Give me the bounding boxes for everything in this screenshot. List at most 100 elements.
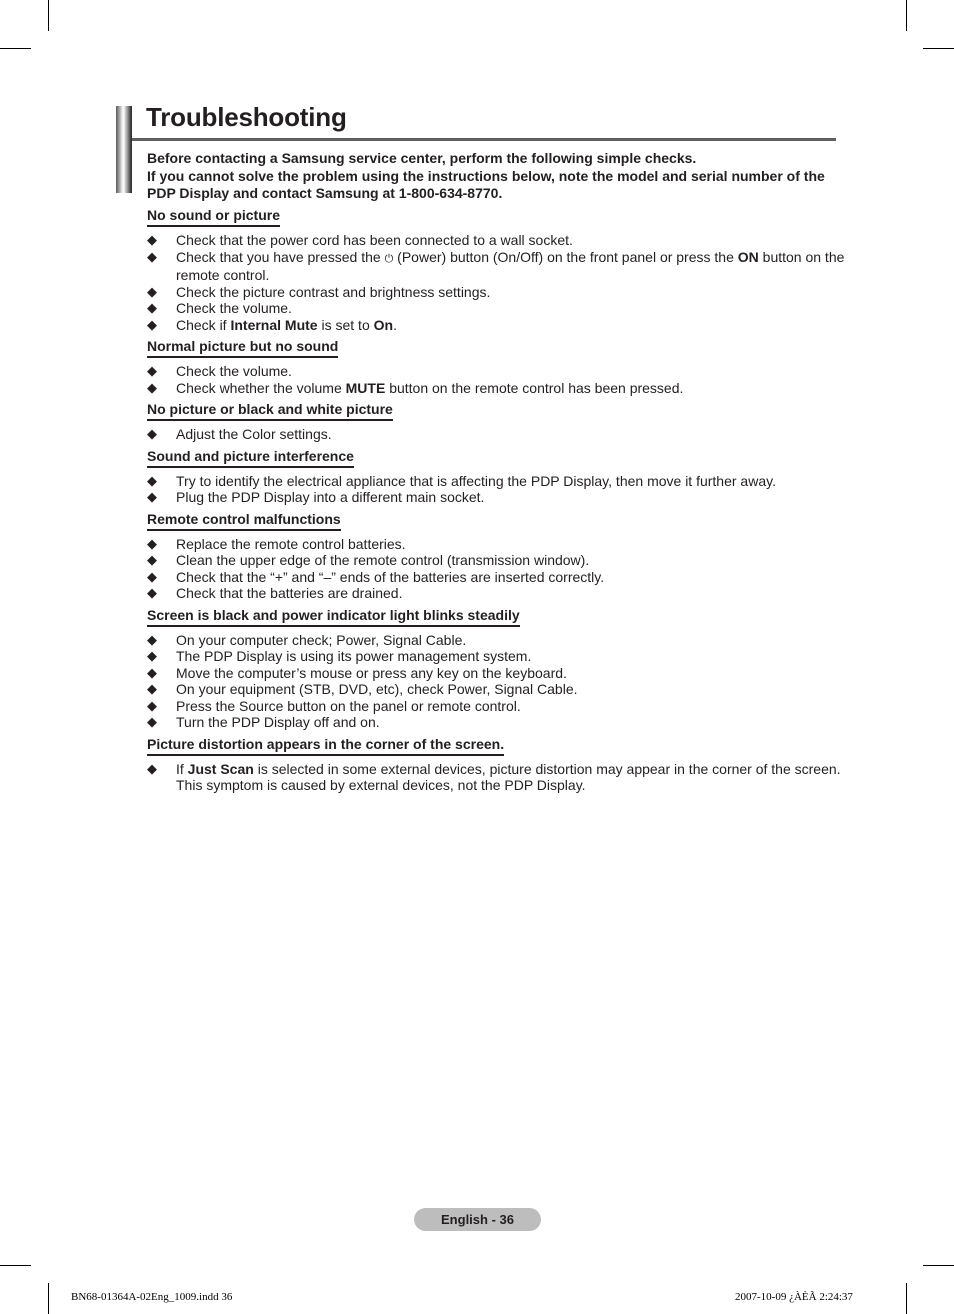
section: Sound and picture interference ◆ Try to id…: [147, 448, 847, 506]
item-text: Clean the upper edge of the remote contr…: [176, 552, 590, 568]
emphasis-text: Internal Mute: [230, 316, 318, 333]
diamond-bullet-icon: ◆: [147, 585, 157, 600]
list-item: ◆ Check if Internal Mute is set to On.: [147, 317, 847, 334]
footer-timestamp: 2007-10-09 ¿ÀÈÃ 2:24:37: [735, 1291, 853, 1303]
item-text: Check the volume.: [176, 363, 292, 379]
diamond-bullet-icon: ◆: [147, 379, 157, 395]
list-item: ◆ Clean the upper edge of the remote cont…: [147, 552, 847, 569]
diamond-bullet-icon: ◆: [147, 232, 157, 247]
list-item: ◆ Adjust the Color settings.: [147, 426, 847, 443]
item-text: Check the picture contrast and brightnes…: [176, 283, 491, 300]
section: No picture or black and white picture ◆ Ad…: [147, 401, 847, 443]
item-text: Check that the batteries are drained.: [176, 585, 403, 601]
diamond-bullet-icon: ◆: [147, 714, 157, 729]
crop-mark: [906, 0, 907, 31]
diamond-bullet-icon: ◆: [147, 316, 157, 332]
item-text: Check whether the volume: [176, 379, 346, 396]
item-text: On your computer check; Power, Signal Ca…: [176, 631, 467, 648]
list-item: ◆ The PDP Display is using its power mana…: [147, 648, 847, 665]
item-text: Press the Source button on the panel or …: [176, 697, 521, 714]
item-text: On your equipment (STB, DVD, etc), check…: [176, 681, 578, 697]
diamond-bullet-icon: ◆: [147, 248, 157, 264]
diamond-bullet-icon: ◆: [147, 648, 157, 663]
crop-mark: [0, 1265, 31, 1266]
intro-text: Before contacting a Samsung service cent…: [147, 150, 847, 203]
section: Picture distortion appears in the corner…: [147, 736, 847, 794]
footer-file-info: BN68-01364A-02Eng_1009.indd 36: [71, 1291, 233, 1303]
diamond-bullet-icon: ◆: [147, 664, 157, 680]
emphasis-text: ON: [737, 248, 759, 265]
item-text: Check the volume.: [176, 300, 292, 316]
item-text: Check if: [176, 316, 231, 333]
diamond-bullet-icon: ◆: [147, 489, 157, 504]
diamond-bullet-icon: ◆: [147, 760, 157, 776]
list-item: ◆ Check whether the volume MUTE button on…: [147, 380, 847, 397]
list-item: ◆ Check that the “+” and “–” ends of the …: [147, 569, 847, 586]
title-divider: [132, 138, 836, 141]
section: Normal picture but no sound ◆ Check the vo…: [147, 338, 847, 396]
diamond-bullet-icon: ◆: [147, 681, 157, 696]
list-item: ◆ Check that you have pressed the ⏻ (Powe…: [147, 249, 847, 284]
item-text: is selected in some external devices, pi…: [176, 760, 841, 794]
item-text: Check that the “+” and “–” ends of the b…: [176, 568, 605, 585]
list-item: ◆ On your equipment (STB, DVD, etc), chec…: [147, 681, 847, 698]
list-item: ◆ If Just Scan is selected in some extern…: [147, 761, 847, 794]
item-text: Adjust the Color settings.: [176, 426, 332, 442]
list-item: ◆ Replace the remote control batteries.: [147, 536, 847, 553]
list-item: ◆ Press the Source button on the panel or…: [147, 698, 847, 715]
section-heading: No sound or picture: [147, 207, 280, 227]
intro-line: Before contacting a Samsung service cent…: [147, 150, 697, 166]
item-text: Replace the remote control batteries.: [176, 535, 406, 552]
list-item: ◆ Try to identify the electrical applianc…: [147, 473, 847, 490]
item-text: (Power) button (On/Off) on the front pan…: [393, 248, 738, 265]
check-list: ◆ If Just Scan is selected in some extern…: [147, 761, 847, 794]
emphasis-text: MUTE: [345, 379, 386, 396]
check-list: ◆ Replace the remote control batteries. ◆ C…: [147, 536, 847, 602]
diamond-bullet-icon: ◆: [147, 472, 157, 488]
item-text: .: [393, 316, 397, 333]
list-item: ◆ Check that the batteries are drained.: [147, 585, 847, 602]
decorative-side-bar: [116, 106, 132, 193]
list-item: ◆ Turn the PDP Display off and on.: [147, 714, 847, 731]
diamond-bullet-icon: ◆: [147, 300, 157, 315]
section: No sound or picture ◆ Check that the power…: [147, 207, 847, 333]
list-item: ◆ Check the volume.: [147, 300, 847, 317]
check-list: ◆ Adjust the Color settings.: [147, 426, 847, 443]
page-number-badge: English - 36: [414, 1208, 541, 1231]
section-heading: Screen is black and power indicator ligh…: [147, 607, 520, 627]
item-text: Try to identify the electrical appliance…: [176, 472, 776, 489]
troubleshooting-sections: No sound or picture ◆ Check that the power…: [147, 207, 847, 799]
list-item: ◆ Check that the power cord has been conn…: [147, 232, 847, 249]
crop-mark: [906, 1283, 907, 1314]
item-text: button on the remote control has been pr…: [385, 379, 684, 396]
list-item: ◆ Check the picture contrast and brightne…: [147, 284, 847, 301]
diamond-bullet-icon: ◆: [147, 568, 157, 584]
crop-mark: [48, 0, 49, 31]
crop-mark: [923, 1265, 954, 1266]
diamond-bullet-icon: ◆: [147, 426, 157, 441]
list-item: ◆ On your computer check; Power, Signal C…: [147, 632, 847, 649]
section-heading: Normal picture but no sound: [147, 338, 339, 358]
check-list: ◆ Check the volume. ◆ Check whether the vol…: [147, 363, 847, 396]
list-item: ◆ Move the computer’s mouse or press any …: [147, 665, 847, 682]
section: Screen is black and power indicator ligh…: [147, 607, 847, 731]
emphasis-text: On: [373, 316, 394, 333]
crop-mark: [923, 48, 954, 49]
check-list: ◆ Check that the power cord has been conn…: [147, 232, 847, 333]
item-text: The PDP Display is using its power manag…: [176, 648, 532, 664]
check-list: ◆ On your computer check; Power, Signal C…: [147, 632, 847, 731]
list-item: ◆ Check the volume.: [147, 363, 847, 380]
item-text: Check that you have pressed the: [176, 248, 385, 265]
crop-mark: [48, 1283, 49, 1314]
item-text: Move the computer’s mouse or press any k…: [176, 664, 567, 681]
section: Remote control malfunctions ◆ Replace the …: [147, 511, 847, 602]
power-icon: ⏻: [384, 252, 394, 265]
check-list: ◆ Try to identify the electrical applianc…: [147, 473, 847, 506]
crop-mark: [0, 48, 31, 49]
item-text: is set to: [317, 316, 374, 333]
section-heading: No picture or black and white picture: [147, 401, 393, 421]
diamond-bullet-icon: ◆: [147, 631, 157, 647]
diamond-bullet-icon: ◆: [147, 552, 157, 567]
section-heading: Sound and picture interference: [147, 448, 354, 468]
list-item: ◆ Plug the PDP Display into a different m…: [147, 489, 847, 506]
